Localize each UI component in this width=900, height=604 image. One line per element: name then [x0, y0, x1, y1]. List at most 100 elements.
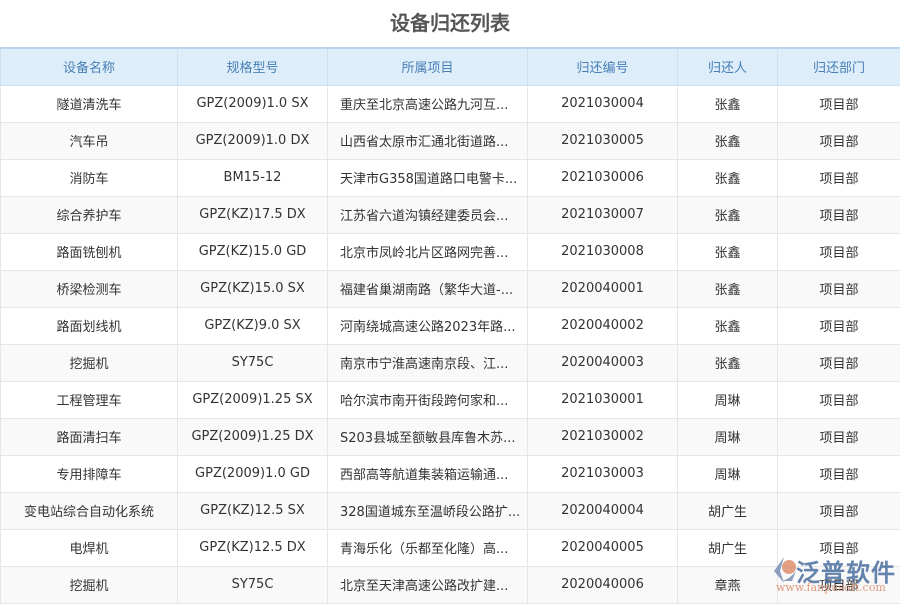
- cell-return-number: 2021030006: [528, 159, 678, 196]
- equipment-return-table: 设备名称规格型号所属项目归还编号归还人归还部门 隧道清洗车GPZ(2009)1.…: [0, 47, 900, 604]
- cell-return-number: 2021030001: [528, 381, 678, 418]
- cell-equipment-name: 变电站综合自动化系统: [1, 492, 178, 529]
- table-row[interactable]: 专用排障车GPZ(2009)1.0 GD西部高等航道集装箱运输通...20210…: [1, 455, 900, 492]
- table-row[interactable]: 挖掘机SY75C南京市宁淮高速南京段、江...2020040003张鑫项目部: [1, 344, 900, 381]
- cell-project: 南京市宁淮高速南京段、江...: [328, 344, 528, 381]
- cell-project: 河南绕城高速公路2023年路...: [328, 307, 528, 344]
- table-row[interactable]: 路面铣刨机GPZ(KZ)15.0 GD北京市凤岭北片区路网完善...202103…: [1, 233, 900, 270]
- cell-project: 北京至天津高速公路改扩建...: [328, 566, 528, 603]
- table-row[interactable]: 消防车BM15-12天津市G358国道路口电警卡...2021030006张鑫项…: [1, 159, 900, 196]
- cell-equipment-name: 桥梁检测车: [1, 270, 178, 307]
- cell-project: 哈尔滨市南开街段跨何家和...: [328, 381, 528, 418]
- table-row[interactable]: 桥梁检测车GPZ(KZ)15.0 SX福建省巢湖南路（繁华大道-...20200…: [1, 270, 900, 307]
- cell-return-department: 项目部: [778, 270, 900, 307]
- column-header-project[interactable]: 所属项目: [328, 48, 528, 85]
- cell-returner: 张鑫: [678, 196, 778, 233]
- table-row[interactable]: 路面划线机GPZ(KZ)9.0 SX河南绕城高速公路2023年路...20200…: [1, 307, 900, 344]
- table-row[interactable]: 路面清扫车GPZ(2009)1.25 DXS203县城至额敏县库鲁木苏...20…: [1, 418, 900, 455]
- cell-spec-model: GPZ(2009)1.25 DX: [178, 418, 328, 455]
- cell-spec-model: GPZ(KZ)12.5 SX: [178, 492, 328, 529]
- table-row[interactable]: 挖掘机SY75C北京至天津高速公路改扩建...2020040006章燕项目部: [1, 566, 900, 603]
- cell-returner: 张鑫: [678, 159, 778, 196]
- cell-returner: 张鑫: [678, 307, 778, 344]
- cell-spec-model: GPZ(KZ)15.0 SX: [178, 270, 328, 307]
- cell-returner: 张鑫: [678, 233, 778, 270]
- cell-spec-model: SY75C: [178, 344, 328, 381]
- cell-spec-model: BM15-12: [178, 159, 328, 196]
- cell-project: 重庆至北京高速公路九河互...: [328, 85, 528, 122]
- cell-returner: 张鑫: [678, 85, 778, 122]
- cell-return-department: 项目部: [778, 159, 900, 196]
- cell-return-number: 2021030008: [528, 233, 678, 270]
- table-row[interactable]: 变电站综合自动化系统GPZ(KZ)12.5 SX328国道城东至温峤段公路扩..…: [1, 492, 900, 529]
- cell-returner: 胡广生: [678, 529, 778, 566]
- cell-equipment-name: 专用排障车: [1, 455, 178, 492]
- cell-equipment-name: 工程管理车: [1, 381, 178, 418]
- table-row[interactable]: 隧道清洗车GPZ(2009)1.0 SX重庆至北京高速公路九河互...20210…: [1, 85, 900, 122]
- table-row[interactable]: 汽车吊GPZ(2009)1.0 DX山西省太原市汇通北街道路...2021030…: [1, 122, 900, 159]
- cell-return-department: 项目部: [778, 418, 900, 455]
- cell-return-department: 项目部: [778, 344, 900, 381]
- cell-equipment-name: 综合养护车: [1, 196, 178, 233]
- cell-return-number: 2021030002: [528, 418, 678, 455]
- cell-spec-model: GPZ(2009)1.25 SX: [178, 381, 328, 418]
- cell-returner: 张鑫: [678, 270, 778, 307]
- cell-return-number: 2021030004: [528, 85, 678, 122]
- cell-spec-model: GPZ(KZ)12.5 DX: [178, 529, 328, 566]
- cell-spec-model: GPZ(KZ)17.5 DX: [178, 196, 328, 233]
- table-row[interactable]: 工程管理车GPZ(2009)1.25 SX哈尔滨市南开街段跨何家和...2021…: [1, 381, 900, 418]
- cell-return-department: 项目部: [778, 85, 900, 122]
- cell-spec-model: SY75C: [178, 566, 328, 603]
- cell-return-department: 项目部: [778, 492, 900, 529]
- cell-return-number: 2020040006: [528, 566, 678, 603]
- column-header-equipment-name[interactable]: 设备名称: [1, 48, 178, 85]
- cell-returner: 周琳: [678, 381, 778, 418]
- cell-return-department: 项目部: [778, 196, 900, 233]
- table-row[interactable]: 综合养护车GPZ(KZ)17.5 DX江苏省六道沟镇经建委员会...202103…: [1, 196, 900, 233]
- cell-project: 江苏省六道沟镇经建委员会...: [328, 196, 528, 233]
- cell-return-number: 2020040003: [528, 344, 678, 381]
- cell-project: 天津市G358国道路口电警卡...: [328, 159, 528, 196]
- cell-project: 西部高等航道集装箱运输通...: [328, 455, 528, 492]
- cell-returner: 周琳: [678, 418, 778, 455]
- cell-returner: 张鑫: [678, 122, 778, 159]
- column-header-spec-model[interactable]: 规格型号: [178, 48, 328, 85]
- cell-spec-model: GPZ(2009)1.0 GD: [178, 455, 328, 492]
- cell-return-number: 2020040004: [528, 492, 678, 529]
- cell-project: 北京市凤岭北片区路网完善...: [328, 233, 528, 270]
- cell-return-department: 项目部: [778, 566, 900, 603]
- page-title: 设备归还列表: [0, 0, 900, 47]
- cell-returner: 章燕: [678, 566, 778, 603]
- cell-returner: 胡广生: [678, 492, 778, 529]
- cell-equipment-name: 路面划线机: [1, 307, 178, 344]
- cell-spec-model: GPZ(2009)1.0 SX: [178, 85, 328, 122]
- cell-returner: 张鑫: [678, 344, 778, 381]
- cell-return-number: 2021030007: [528, 196, 678, 233]
- table-header-row: 设备名称规格型号所属项目归还编号归还人归还部门: [1, 48, 900, 85]
- cell-equipment-name: 电焊机: [1, 529, 178, 566]
- cell-return-number: 2020040005: [528, 529, 678, 566]
- cell-return-department: 项目部: [778, 381, 900, 418]
- cell-project: 山西省太原市汇通北街道路...: [328, 122, 528, 159]
- cell-spec-model: GPZ(KZ)9.0 SX: [178, 307, 328, 344]
- cell-equipment-name: 消防车: [1, 159, 178, 196]
- cell-return-department: 项目部: [778, 233, 900, 270]
- column-header-returner[interactable]: 归还人: [678, 48, 778, 85]
- cell-equipment-name: 路面清扫车: [1, 418, 178, 455]
- cell-return-department: 项目部: [778, 455, 900, 492]
- cell-equipment-name: 汽车吊: [1, 122, 178, 159]
- table-row[interactable]: 电焊机GPZ(KZ)12.5 DX青海乐化（乐都至化隆）高...20200400…: [1, 529, 900, 566]
- cell-return-department: 项目部: [778, 529, 900, 566]
- cell-spec-model: GPZ(KZ)15.0 GD: [178, 233, 328, 270]
- cell-return-department: 项目部: [778, 122, 900, 159]
- cell-project: 328国道城东至温峤段公路扩...: [328, 492, 528, 529]
- cell-returner: 周琳: [678, 455, 778, 492]
- cell-project: 福建省巢湖南路（繁华大道-...: [328, 270, 528, 307]
- cell-return-number: 2021030005: [528, 122, 678, 159]
- cell-project: 青海乐化（乐都至化隆）高...: [328, 529, 528, 566]
- column-header-return-number[interactable]: 归还编号: [528, 48, 678, 85]
- column-header-return-department[interactable]: 归还部门: [778, 48, 900, 85]
- cell-project: S203县城至额敏县库鲁木苏...: [328, 418, 528, 455]
- cell-equipment-name: 挖掘机: [1, 344, 178, 381]
- cell-spec-model: GPZ(2009)1.0 DX: [178, 122, 328, 159]
